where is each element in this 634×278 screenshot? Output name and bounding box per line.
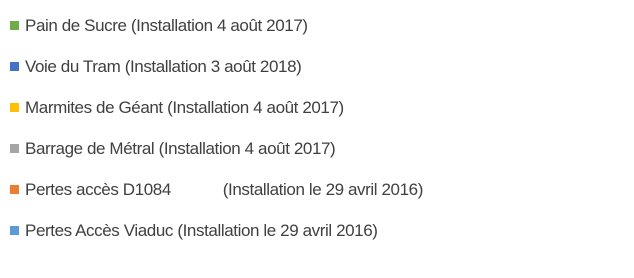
legend-label: Pertes accès D1084 (Installation le 29 a…: [25, 179, 423, 199]
legend-label: Barrage de Métral (Installation 4 août 2…: [25, 138, 336, 158]
legend-item: Barrage de Métral (Installation 4 août 2…: [10, 133, 336, 163]
legend-swatch: [10, 184, 19, 194]
legend-item: Pain de Sucre (Installation 4 août 2017): [10, 10, 308, 40]
legend-label: Voie du Tram (Installation 3 août 2018): [25, 56, 302, 76]
legend-label: Marmites de Géant (Installation 4 août 2…: [25, 97, 344, 117]
legend-item: Voie du Tram (Installation 3 août 2018): [10, 51, 302, 81]
legend-label: Pertes Accès Viaduc (Installation le 29 …: [25, 220, 378, 240]
legend-item: Pertes accès D1084 (Installation le 29 a…: [10, 174, 423, 204]
legend-label: Pain de Sucre (Installation 4 août 2017): [25, 15, 308, 35]
legend-item: Marmites de Géant (Installation 4 août 2…: [10, 92, 344, 122]
legend-swatch: [10, 225, 19, 235]
legend-swatch: [10, 20, 19, 30]
legend-item: Pertes Accès Viaduc (Installation le 29 …: [10, 215, 378, 245]
chart-legend: Pain de Sucre (Installation 4 août 2017)…: [10, 0, 630, 278]
legend-swatch: [10, 102, 19, 112]
legend-swatch: [10, 61, 19, 71]
legend-swatch: [10, 143, 19, 153]
